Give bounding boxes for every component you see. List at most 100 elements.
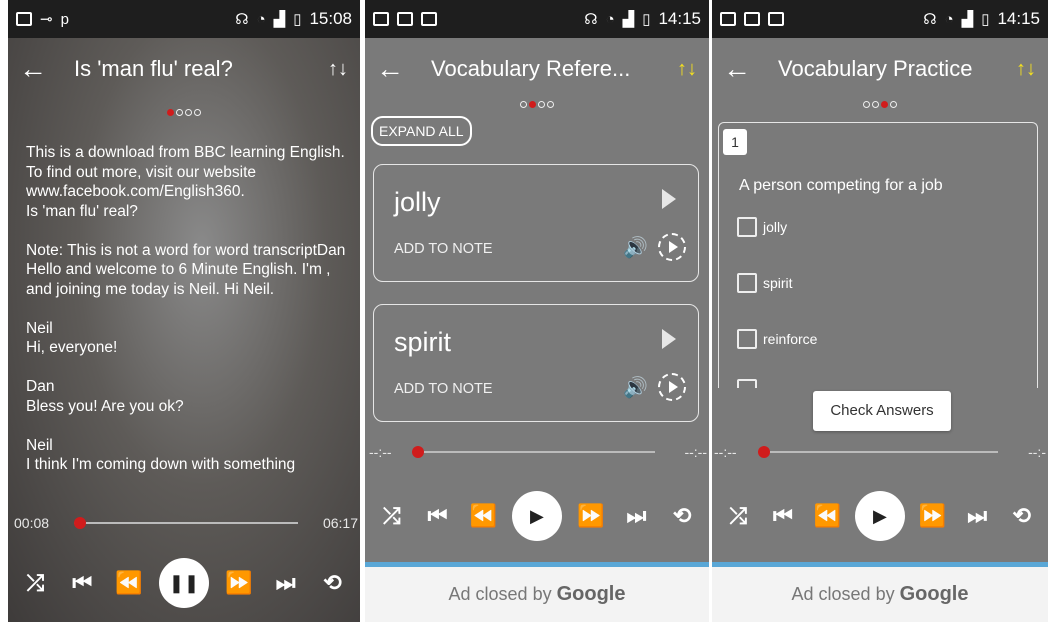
back-arrow-icon[interactable]: ← xyxy=(8,55,58,83)
skip-previous-icon[interactable]: ⏮ xyxy=(65,570,99,596)
fast-forward-icon[interactable]: ⏩ xyxy=(222,570,256,596)
checkbox[interactable] xyxy=(737,217,757,237)
quiz-card: 1 A person competing for a job jolly spi… xyxy=(718,122,1038,388)
play-icon[interactable]: ▶ xyxy=(854,491,905,541)
status-time: 14:15 xyxy=(997,9,1040,28)
back-arrow-icon[interactable]: ← xyxy=(365,55,415,83)
page-indicator xyxy=(365,100,709,111)
rewind-icon[interactable]: ⏪ xyxy=(466,503,500,529)
checkbox[interactable] xyxy=(737,329,757,349)
question-text: A person competing for a job xyxy=(739,177,943,194)
player-controls: ⤮ ⏮ ⏪ ❚❚ ⏩ ⏭ ⟲ xyxy=(8,555,360,611)
seek-knob[interactable] xyxy=(74,517,87,529)
image-notification-icon xyxy=(768,12,784,26)
seek-bar[interactable]: 00:08 06:17 xyxy=(8,513,360,533)
option-spirit[interactable]: spirit xyxy=(737,273,793,293)
seek-knob[interactable] xyxy=(412,446,424,458)
seek-track[interactable] xyxy=(760,451,998,453)
shuffle-icon[interactable]: ⤮ xyxy=(18,570,52,596)
speaker-icon[interactable]: 🔊 xyxy=(623,375,648,400)
sort-icon[interactable]: ↑↓ xyxy=(1004,58,1048,81)
battery-icon: ▯ xyxy=(981,10,990,28)
skip-next-icon[interactable]: ⏭ xyxy=(619,503,653,529)
seek-track[interactable] xyxy=(74,522,298,524)
question-number: 1 xyxy=(723,129,747,155)
option-reinforce[interactable]: reinforce xyxy=(737,329,817,349)
expand-arrow-icon[interactable] xyxy=(662,329,676,349)
page-dot-2 xyxy=(529,101,536,108)
play-icon[interactable]: ▶ xyxy=(511,491,562,541)
seek-bar[interactable]: --:-- --:-- xyxy=(365,442,709,462)
key-icon: ⊸ xyxy=(40,10,53,28)
vocab-card-spirit[interactable]: spirit ADD TO NOTE 🔊 xyxy=(373,304,699,422)
elapsed-time: 00:08 xyxy=(14,515,50,531)
record-notification-icon xyxy=(397,12,413,26)
signal-icon: ▟ xyxy=(273,10,286,28)
add-to-note-button[interactable]: ADD TO NOTE xyxy=(394,241,493,257)
app-bar: ← Vocabulary Refere... ↑↓ xyxy=(365,44,709,94)
plus-notification-icon xyxy=(720,12,736,26)
check-answers-button[interactable]: Check Answers xyxy=(813,391,951,431)
checkbox[interactable] xyxy=(737,379,757,388)
rewind-icon[interactable]: ⏪ xyxy=(810,503,844,529)
skip-previous-icon[interactable]: ⏮ xyxy=(421,503,455,529)
ad-banner: Ad closed by Google xyxy=(712,567,1048,622)
duration-time: --:- xyxy=(1028,444,1046,460)
back-arrow-icon[interactable]: ← xyxy=(712,55,762,83)
expand-all-button[interactable]: EXPAND ALL xyxy=(371,116,472,146)
page-dot-1 xyxy=(167,109,174,116)
app-bar: ← Is 'man flu' real? ↑↓ xyxy=(8,44,360,94)
seek-track[interactable] xyxy=(415,451,655,453)
page-indicator xyxy=(8,108,360,119)
option-jolly[interactable]: jolly xyxy=(737,217,787,237)
speaker-icon[interactable]: 🔊 xyxy=(623,235,648,260)
page-dot-4 xyxy=(194,109,201,116)
fast-forward-icon[interactable]: ⏩ xyxy=(574,503,608,529)
shuffle-icon[interactable]: ⤮ xyxy=(375,503,409,529)
seek-bar[interactable]: --:-- --:- xyxy=(712,442,1048,462)
pause-icon[interactable]: ❚❚ xyxy=(158,558,209,608)
shuffle-icon[interactable]: ⤮ xyxy=(721,503,755,529)
elapsed-time: --:-- xyxy=(369,444,392,460)
page-title: Is 'man flu' real? xyxy=(74,56,233,81)
skip-next-icon[interactable]: ⏭ xyxy=(269,570,303,596)
speed-icon[interactable] xyxy=(658,373,686,401)
headphones-icon: ☊ xyxy=(584,10,598,28)
seek-knob[interactable] xyxy=(758,446,770,458)
page-title: Vocabulary Practice xyxy=(778,56,973,81)
headphones-icon: ☊ xyxy=(923,10,937,28)
speed-icon[interactable] xyxy=(658,233,686,261)
skip-previous-icon[interactable]: ⏮ xyxy=(766,503,800,529)
ad-banner: Ad closed by Google xyxy=(365,567,709,622)
sort-icon[interactable]: ↑↓ xyxy=(665,58,709,81)
wifi-icon: ◔ xyxy=(944,10,954,28)
checkbox[interactable] xyxy=(737,273,757,293)
repeat-icon[interactable]: ⟲ xyxy=(1005,503,1039,529)
vocab-card-jolly[interactable]: jolly ADD TO NOTE 🔊 xyxy=(373,164,699,282)
page-title: Vocabulary Refere... xyxy=(431,56,631,81)
add-to-note-button[interactable]: ADD TO NOTE xyxy=(394,381,493,397)
fast-forward-icon[interactable]: ⏩ xyxy=(916,503,950,529)
vocabulary-practice-screen: ☊ ◔ ▟ ▯ 14:15 ← Vocabulary Practice ↑↓ 1… xyxy=(712,0,1048,622)
status-bar: ⊸ p ☊ ◔ ▟ ▯ 15:08 xyxy=(8,0,360,38)
signal-icon: ▟ xyxy=(961,10,974,28)
sort-icon[interactable]: ↑↓ xyxy=(316,58,360,81)
duration-time: --:-- xyxy=(684,444,707,460)
status-bar: ☊ ◔ ▟ ▯ 14:15 xyxy=(712,0,1048,38)
repeat-icon[interactable]: ⟲ xyxy=(665,503,699,529)
player-controls: ⤮ ⏮ ⏪ ▶ ⏩ ⏭ ⟲ xyxy=(365,488,709,544)
skip-next-icon[interactable]: ⏭ xyxy=(960,503,994,529)
vocab-word: spirit xyxy=(394,327,452,357)
app-notification-p: p xyxy=(60,10,69,28)
rewind-icon[interactable]: ⏪ xyxy=(112,570,146,596)
expand-arrow-icon[interactable] xyxy=(662,189,676,209)
ad-brand: Google xyxy=(899,583,969,605)
transcript-screen: ⊸ p ☊ ◔ ▟ ▯ 15:08 ← Is 'man flu' real? ↑… xyxy=(8,0,360,622)
page-dot-3 xyxy=(538,101,545,108)
status-bar: ☊ ◔ ▟ ▯ 14:15 xyxy=(365,0,709,38)
transcript-text: This is a download from BBC learning Eng… xyxy=(26,144,346,473)
option-label: spirit xyxy=(763,275,793,291)
repeat-icon[interactable]: ⟲ xyxy=(315,570,349,596)
option-label: jolly xyxy=(763,219,788,235)
option-partial[interactable] xyxy=(737,379,757,388)
